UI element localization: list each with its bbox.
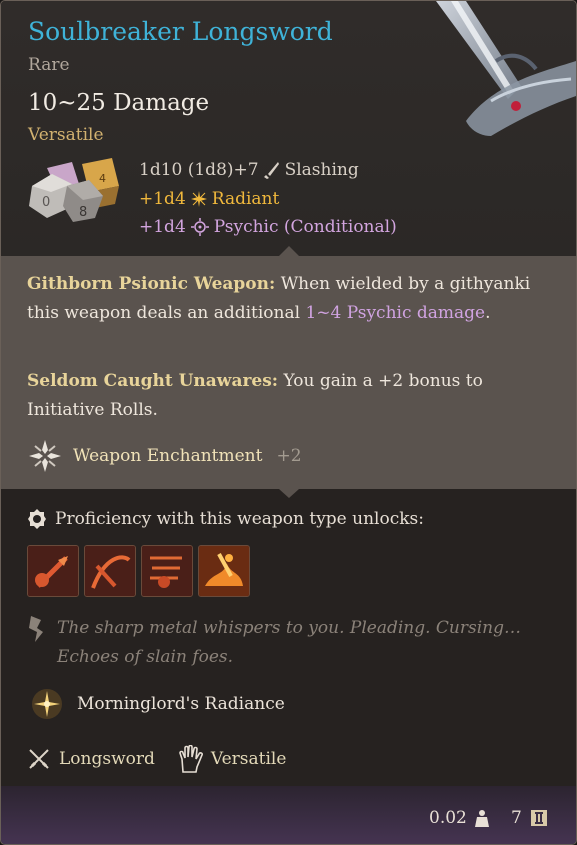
- longsword-icon: [29, 749, 49, 769]
- property-label: Versatile: [210, 749, 287, 769]
- passive-label: Morninglord's Radiance: [77, 694, 285, 714]
- property-longsword[interactable]: Longsword: [27, 747, 155, 771]
- enchantment-icon: [29, 440, 61, 472]
- radiance-icon: [32, 689, 62, 719]
- flourish-icon[interactable]: [84, 545, 136, 597]
- quill-icon: [29, 616, 43, 642]
- proficiency-header: Proficiency with this weapon type unlock…: [27, 508, 424, 530]
- svg-text:8: 8: [79, 205, 87, 220]
- lore-text: The sharp metal whispers to you. Pleadin…: [57, 618, 521, 667]
- weapon-properties: Longsword Versatile: [27, 745, 308, 773]
- weight-value: 0.02: [429, 808, 467, 828]
- ability-name: Githborn Psionic Weapon:: [27, 274, 276, 294]
- item-rarity: Rare: [28, 55, 70, 75]
- tooltip-footer: [1, 786, 576, 844]
- ability-seldom-caught: Seldom Caught Unawares: You gain a +2 bo…: [27, 367, 547, 425]
- damage-dice: +1d4: [139, 217, 186, 237]
- sword-illustration: [436, 1, 576, 136]
- item-weight: 0.02: [429, 808, 489, 828]
- passive-ability[interactable]: Morninglord's Radiance: [31, 688, 285, 720]
- property-tag: Versatile: [28, 125, 104, 145]
- ability-highlight: 1~4 Psychic damage: [305, 303, 486, 323]
- weapon-enchantment[interactable]: Weapon Enchantment +2: [27, 438, 302, 474]
- damage-type: Slashing: [284, 160, 359, 180]
- svg-text:0: 0: [42, 195, 50, 210]
- ability-text-end: .: [485, 303, 491, 323]
- damage-dice: 1d10 (1d8)+7: [139, 160, 259, 180]
- proficiency-label: Proficiency with this weapon type unlock…: [55, 509, 424, 529]
- property-versatile[interactable]: Versatile: [177, 745, 287, 773]
- damage-row-slashing: 1d10 (1d8)+7 Slashing: [139, 160, 359, 180]
- gold-value: 7: [511, 808, 522, 828]
- ability-githborn: Githborn Psionic Weapon: When wielded by…: [27, 270, 547, 328]
- damage-dice: +1d4: [139, 189, 186, 209]
- damage-type: Psychic (Conditional): [213, 217, 397, 237]
- ability-name: Seldom Caught Unawares:: [27, 371, 279, 391]
- lacerate-icon[interactable]: [141, 545, 193, 597]
- radiant-icon: [190, 191, 207, 207]
- damage-range: 10~25 Damage: [28, 90, 210, 116]
- item-tooltip: Soulbreaker Longsword Rare 10~25 Damage …: [0, 0, 577, 845]
- enchantment-value: +2: [276, 446, 302, 466]
- slashing-icon: [263, 162, 279, 179]
- weight-icon: [474, 810, 489, 827]
- proficiency-icon: [28, 509, 46, 529]
- weapon-actions: [27, 545, 250, 597]
- property-label: Longsword: [59, 749, 155, 769]
- enchantment-label: Weapon Enchantment: [73, 446, 263, 466]
- damage-type: Radiant: [211, 189, 280, 209]
- section-notch: [279, 246, 299, 256]
- versatile-hand-icon: [179, 745, 203, 773]
- item-name: Soulbreaker Longsword: [28, 17, 333, 46]
- svg-text:4: 4: [99, 172, 106, 185]
- damage-row-radiant: +1d4 Radiant: [139, 189, 279, 209]
- item-value: 7: [511, 808, 548, 828]
- pommel-strike-icon[interactable]: [27, 545, 79, 597]
- rush-attack-icon[interactable]: [198, 545, 250, 597]
- dice-icon: 4 0 8: [29, 158, 119, 222]
- psychic-icon: [190, 218, 209, 236]
- damage-row-psychic: +1d4 Psychic (Conditional): [139, 217, 397, 237]
- gold-icon: [530, 810, 547, 826]
- section-notch: [279, 489, 299, 498]
